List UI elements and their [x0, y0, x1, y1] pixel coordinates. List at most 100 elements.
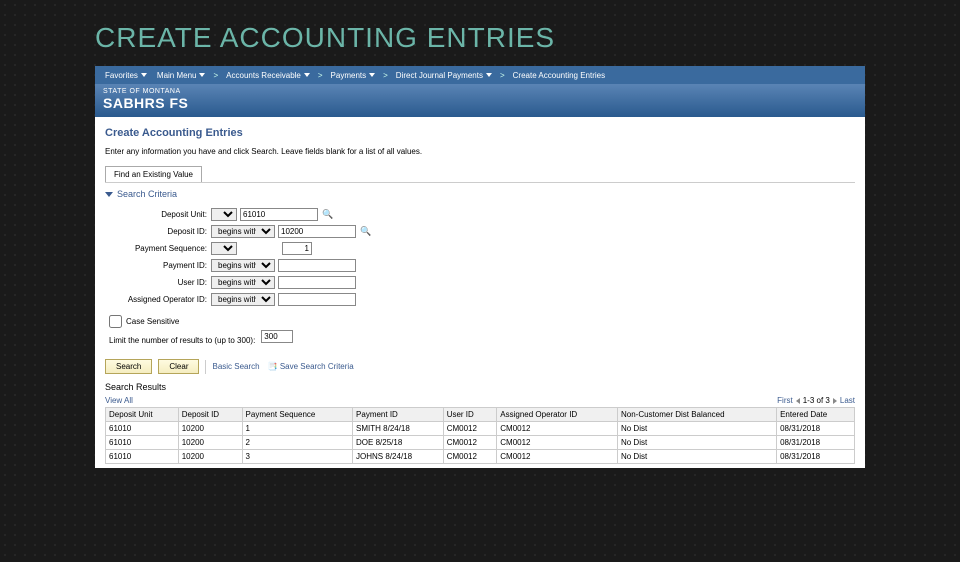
chevron-down-icon	[369, 73, 375, 77]
table-cell: CM0012	[443, 450, 497, 464]
payment-id-op[interactable]: begins with	[211, 259, 275, 272]
col-header[interactable]: Deposit Unit	[106, 408, 179, 422]
table-cell: 10200	[178, 422, 242, 436]
deposit-unit-op[interactable]: =	[211, 208, 237, 221]
table-cell: No Dist	[617, 450, 776, 464]
case-sensitive-checkbox[interactable]	[109, 315, 122, 328]
page-title: Create Accounting Entries	[105, 127, 855, 139]
col-header[interactable]: Deposit ID	[178, 408, 242, 422]
limit-input[interactable]	[261, 330, 293, 343]
state-label: STATE OF MONTANA	[103, 88, 857, 95]
col-header[interactable]: Non-Customer Dist Balanced	[617, 408, 776, 422]
table-cell: SMITH 8/24/18	[353, 422, 444, 436]
basic-search-link[interactable]: Basic Search	[212, 362, 259, 371]
breadcrumb-sep: >	[315, 71, 326, 80]
chevron-down-icon	[304, 73, 310, 77]
lookup-icon[interactable]: 🔍	[322, 209, 333, 220]
table-cell: 2	[242, 436, 353, 450]
assigned-op-input[interactable]	[278, 293, 356, 306]
save-criteria-link[interactable]: 📑 Save Search Criteria	[266, 362, 354, 371]
table-cell: No Dist	[617, 422, 776, 436]
col-header[interactable]: Entered Date	[777, 408, 855, 422]
table-cell: 3	[242, 450, 353, 464]
payment-id-input[interactable]	[278, 259, 356, 272]
prev-icon[interactable]	[796, 398, 800, 404]
nav-payments[interactable]: Payments	[326, 71, 381, 80]
page-instructions: Enter any information you have and click…	[105, 147, 855, 156]
nav-main-menu[interactable]: Main Menu	[152, 71, 211, 80]
table-cell: 61010	[106, 450, 179, 464]
collapse-icon	[105, 192, 113, 197]
brand-banner: STATE OF MONTANA SABHRS FS	[95, 84, 865, 117]
tab-find-existing[interactable]: Find an Existing Value	[105, 166, 202, 182]
assigned-op-op[interactable]: begins with	[211, 293, 275, 306]
chevron-down-icon	[486, 73, 492, 77]
table-cell: CM0012	[443, 422, 497, 436]
view-all-link[interactable]: View All	[105, 396, 133, 405]
brand-label: SABHRS FS	[103, 95, 857, 111]
tab-row: Find an Existing Value	[105, 166, 855, 183]
search-results-header: Search Results	[105, 382, 855, 392]
col-header[interactable]: User ID	[443, 408, 497, 422]
divider	[205, 360, 206, 374]
table-cell: 61010	[106, 422, 179, 436]
search-button[interactable]: Search	[105, 359, 152, 374]
deposit-id-input[interactable]	[278, 225, 356, 238]
table-cell: CM0012	[443, 436, 497, 450]
first-link[interactable]: First	[777, 396, 793, 405]
table-cell: DOE 8/25/18	[353, 436, 444, 450]
slide-title: CREATE ACCOUNTING ENTRIES	[95, 22, 960, 54]
breadcrumb-sep: >	[380, 71, 391, 80]
table-row[interactable]: 61010102002DOE 8/25/18CM0012CM0012No Dis…	[106, 436, 855, 450]
nav-direct-journal[interactable]: Direct Journal Payments	[391, 71, 497, 80]
payment-seq-op[interactable]: =	[211, 242, 237, 255]
table-cell: 08/31/2018	[777, 422, 855, 436]
breadcrumb-sep: >	[497, 71, 508, 80]
last-link[interactable]: Last	[840, 396, 855, 405]
col-header[interactable]: Payment Sequence	[242, 408, 353, 422]
table-cell: 1	[242, 422, 353, 436]
deposit-id-op[interactable]: begins with	[211, 225, 275, 238]
chevron-down-icon	[141, 73, 147, 77]
table-cell: CM0012	[497, 436, 618, 450]
nav-create-entries[interactable]: Create Accounting Entries	[508, 71, 611, 80]
deposit-unit-label: Deposit Unit:	[111, 210, 211, 219]
search-criteria-toggle[interactable]: Search Criteria	[105, 189, 855, 199]
save-icon: 📑	[268, 362, 278, 371]
table-row[interactable]: 61010102003JOHNS 8/24/18CM0012CM0012No D…	[106, 450, 855, 464]
table-cell: JOHNS 8/24/18	[353, 450, 444, 464]
deposit-unit-input[interactable]	[240, 208, 318, 221]
payment-seq-label: Payment Sequence:	[111, 244, 211, 253]
user-id-input[interactable]	[278, 276, 356, 289]
table-cell: 61010	[106, 436, 179, 450]
clear-button[interactable]: Clear	[158, 359, 199, 374]
user-id-label: User ID:	[111, 278, 211, 287]
table-cell: No Dist	[617, 436, 776, 450]
table-cell: 10200	[178, 450, 242, 464]
nav-accounts-receivable[interactable]: Accounts Receivable	[221, 71, 315, 80]
nav-favorites[interactable]: Favorites	[100, 71, 152, 80]
lookup-icon[interactable]: 🔍	[360, 226, 371, 237]
case-sensitive-label: Case Sensitive	[126, 317, 179, 326]
results-table: Deposit UnitDeposit IDPayment SequencePa…	[105, 407, 855, 464]
top-nav: Favorites Main Menu > Accounts Receivabl…	[95, 66, 865, 84]
app-window: Favorites Main Menu > Accounts Receivabl…	[95, 66, 865, 468]
table-cell: 08/31/2018	[777, 436, 855, 450]
limit-label: Limit the number of results to (up to 30…	[109, 336, 255, 345]
table-cell: 08/31/2018	[777, 450, 855, 464]
col-header[interactable]: Assigned Operator ID	[497, 408, 618, 422]
breadcrumb-sep: >	[210, 71, 221, 80]
table-row[interactable]: 61010102001SMITH 8/24/18CM0012CM0012No D…	[106, 422, 855, 436]
table-cell: CM0012	[497, 450, 618, 464]
payment-id-label: Payment ID:	[111, 261, 211, 270]
search-criteria: Deposit Unit: = 🔍 Deposit ID: begins wit…	[111, 207, 855, 307]
table-cell: 10200	[178, 436, 242, 450]
payment-seq-input[interactable]	[282, 242, 312, 255]
user-id-op[interactable]: begins with	[211, 276, 275, 289]
next-icon[interactable]	[833, 398, 837, 404]
deposit-id-label: Deposit ID:	[111, 227, 211, 236]
table-cell: CM0012	[497, 422, 618, 436]
col-header[interactable]: Payment ID	[353, 408, 444, 422]
assigned-op-label: Assigned Operator ID:	[111, 295, 211, 304]
chevron-down-icon	[199, 73, 205, 77]
